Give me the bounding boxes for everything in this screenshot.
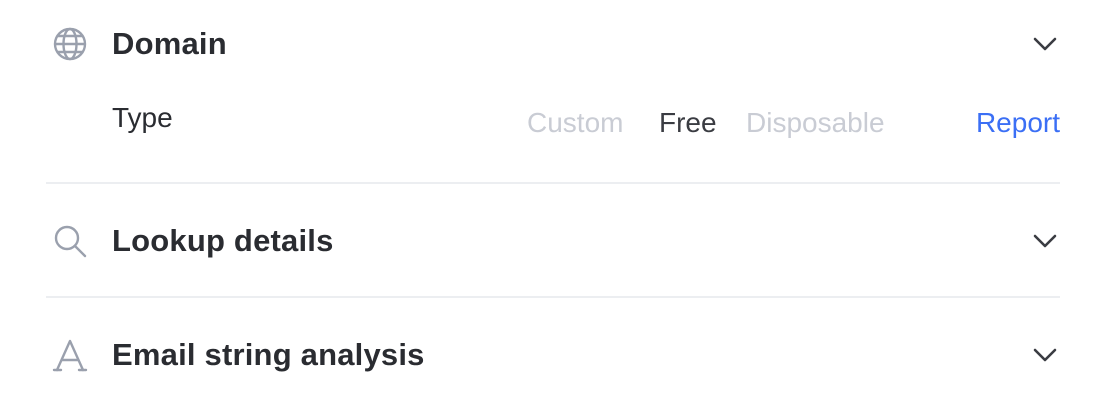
chevron-down-icon[interactable] xyxy=(1030,226,1060,256)
section-divider xyxy=(46,296,1060,298)
section-title-domain: Domain xyxy=(112,26,227,61)
lookup-details-section-header[interactable]: Lookup details xyxy=(46,211,1060,271)
type-option-disposable: Disposable xyxy=(746,107,885,138)
chevron-down-icon[interactable] xyxy=(1030,340,1060,370)
section-divider xyxy=(46,182,1060,184)
letter-a-icon xyxy=(52,337,88,373)
globe-icon xyxy=(52,26,88,62)
domain-type-row: Type Custom Free Disposable Report xyxy=(46,96,1060,152)
report-link[interactable]: Report xyxy=(976,107,1060,139)
chevron-up-icon[interactable] xyxy=(1030,29,1060,59)
domain-section-header[interactable]: Domain xyxy=(46,14,1060,74)
details-panel: Domain Type Custom Free Disposable Repor… xyxy=(0,0,1096,418)
section-title-lookup-details: Lookup details xyxy=(112,223,334,258)
search-icon xyxy=(52,223,88,259)
type-option-free: Free xyxy=(659,107,717,138)
section-title-email-string-analysis: Email string analysis xyxy=(112,337,425,372)
email-string-analysis-section-header[interactable]: Email string analysis xyxy=(46,325,1060,385)
type-option-custom: Custom xyxy=(527,107,624,138)
type-label: Type xyxy=(112,102,173,133)
